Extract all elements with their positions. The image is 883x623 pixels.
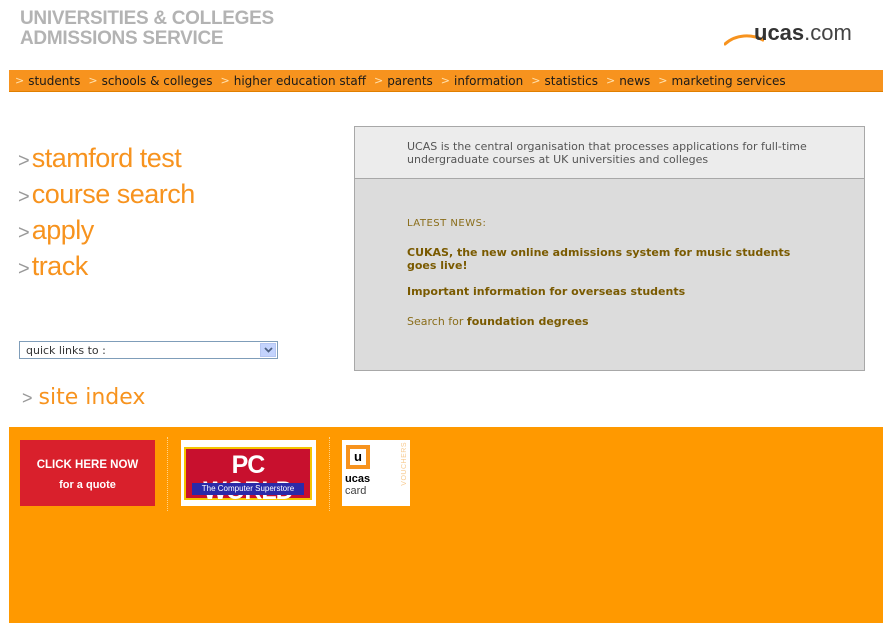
card-ucas-text: ucas (345, 473, 371, 485)
nav-item-label: news (619, 73, 651, 88)
card-vouchers-text: VOUCHERS (401, 442, 408, 486)
logo-text: ucas.com (754, 20, 852, 45)
divider (167, 437, 168, 511)
arrow-icon: > (18, 150, 30, 172)
quote-line1: CLICK HERE NOW (36, 459, 139, 471)
ucas-card-banner[interactable]: u ucas card VOUCHERS (342, 440, 410, 506)
ucas-card-logo: u (346, 445, 370, 469)
nav-list: > students > schools & colleges > higher educ… (9, 70, 883, 91)
primary-link-label: apply (31, 215, 95, 245)
news-item-cukas[interactable]: CUKAS, the new online admissions system … (407, 246, 807, 272)
org-name-line1: UNIVERSITIES & COLLEGES (20, 8, 274, 29)
nav-item-news[interactable]: > news (606, 74, 650, 88)
pcworld-banner[interactable]: PC WORLD The Computer Superstore (181, 440, 316, 506)
news-item-foundation: Search for foundation degrees (407, 315, 589, 328)
primary-link-apply[interactable]: > apply (18, 215, 195, 251)
arrow-icon: > (373, 74, 384, 87)
site-index-link[interactable]: > site index (22, 385, 145, 410)
nav-item-label: marketing services (671, 73, 786, 88)
promo-footer: CLICK HERE NOW for a quote PC WORLD The … (9, 427, 883, 623)
nav-item-information[interactable]: > information (441, 74, 523, 88)
site-header: UNIVERSITIES & COLLEGES ADMISSIONS SERVI… (0, 0, 883, 66)
ucas-logo[interactable]: ucas.com (724, 18, 874, 58)
foundation-degrees-link[interactable]: foundation degrees (467, 315, 589, 328)
info-intro-box: UCAS is the central organisation that pr… (355, 127, 864, 179)
nav-item-label: higher education staff (233, 73, 366, 88)
primary-link-course-search[interactable]: > course search (18, 179, 195, 215)
arrow-icon: > (531, 74, 541, 87)
nav-item-label: information (454, 73, 524, 88)
latest-news-heading: LATEST NEWS: (407, 218, 487, 229)
site-index-label: site index (38, 385, 146, 410)
main-nav: > students > schools & colleges > higher educ… (9, 70, 883, 92)
nav-item-students[interactable]: > students (15, 74, 80, 88)
nav-item-marketing-services[interactable]: > marketing services (658, 74, 785, 88)
primary-link-track[interactable]: > track (18, 251, 195, 287)
arrow-icon: > (440, 74, 450, 87)
pcworld-title: PC WORLD (203, 451, 293, 504)
primary-link-label: track (31, 251, 89, 281)
quote-button[interactable]: CLICK HERE NOW for a quote (20, 440, 155, 506)
primary-link-stamford-test[interactable]: > stamford test (18, 143, 195, 179)
chevron-down-icon[interactable] (260, 343, 276, 357)
org-name-line2: ADMISSIONS SERVICE (20, 28, 224, 49)
arrow-icon: > (15, 74, 25, 87)
arrow-icon: > (18, 222, 30, 244)
pcworld-logo: PC WORLD The Computer Superstore (184, 447, 312, 504)
nav-item-label: statistics (544, 73, 598, 88)
primary-link-label: course search (31, 179, 196, 209)
arrow-icon: > (18, 258, 30, 280)
nav-item-higher-education-staff[interactable]: > higher education staff (221, 74, 366, 88)
divider (329, 437, 330, 511)
primary-link-label: stamford test (31, 143, 182, 173)
arrow-icon: > (88, 74, 98, 87)
pcworld-subtitle: The Computer Superstore (192, 483, 304, 495)
news-prefix: Search for (407, 315, 464, 328)
nav-item-statistics[interactable]: > statistics (531, 74, 598, 88)
card-card-text: card (345, 485, 367, 497)
nav-item-label: parents (387, 73, 433, 88)
news-item-overseas[interactable]: Important information for overseas stude… (407, 285, 685, 298)
arrow-icon: > (220, 74, 230, 87)
arrow-icon: > (605, 74, 616, 87)
quick-links-value: quick links to : (26, 344, 106, 357)
arrow-icon: > (18, 186, 30, 208)
info-panel: UCAS is the central organisation that pr… (354, 126, 865, 371)
quote-line2: for a quote (59, 479, 116, 491)
intro-text: UCAS is the central organisation that pr… (407, 140, 807, 166)
nav-item-parents[interactable]: > parents (374, 74, 433, 88)
primary-links: > stamford test > course search > apply > track (18, 143, 195, 287)
quick-links-select[interactable]: quick links to : (19, 341, 278, 359)
nav-item-label: students (28, 73, 81, 88)
nav-item-label: schools & colleges (101, 73, 213, 88)
arrow-icon: > (658, 74, 668, 87)
nav-item-schools-colleges[interactable]: > schools & colleges (88, 74, 212, 88)
card-letter: u (350, 449, 366, 465)
arrow-icon: > (22, 388, 33, 408)
